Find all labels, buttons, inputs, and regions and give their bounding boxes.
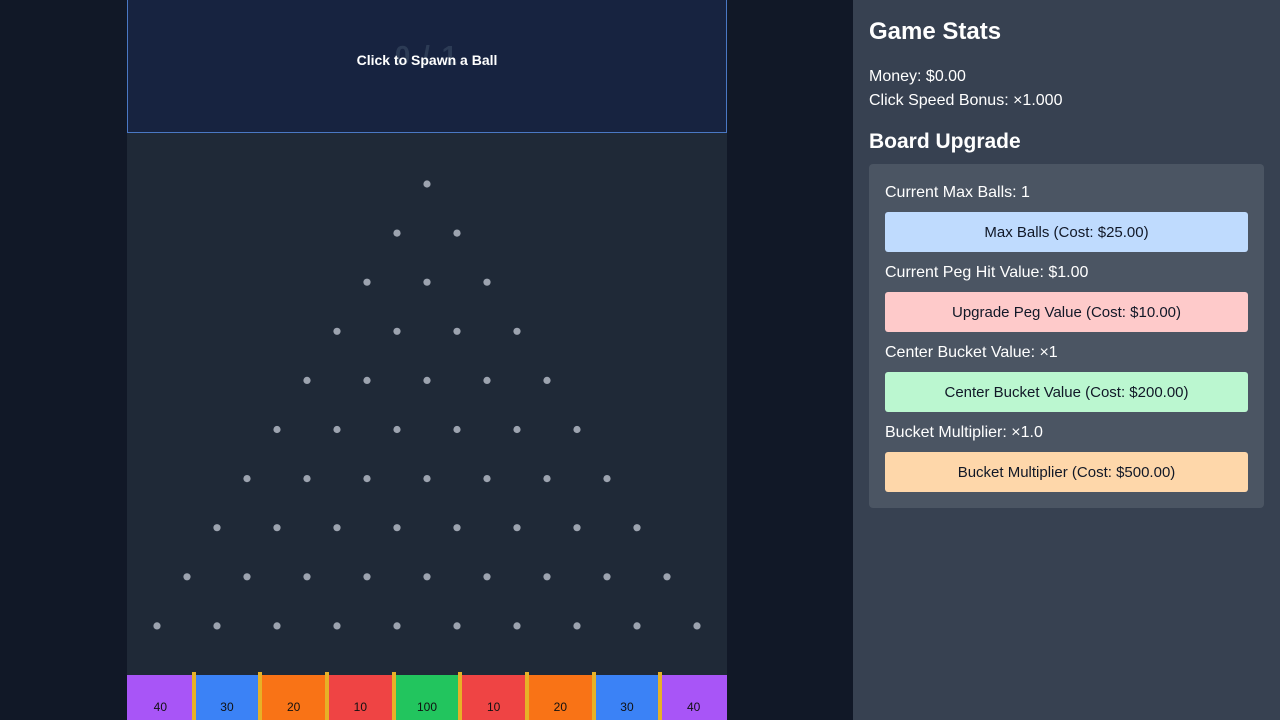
peg (213, 622, 221, 630)
peg (363, 573, 371, 581)
bucket-value: 20 (286, 700, 301, 714)
bucket-divider (191, 672, 196, 720)
center-bucket-label: Center Bucket Value: ×1 (885, 344, 1058, 361)
peg (213, 524, 221, 532)
bucket-divider (391, 672, 396, 720)
peg (393, 229, 401, 237)
peg (243, 573, 251, 581)
peg (423, 573, 431, 581)
peg (453, 229, 461, 237)
upgrade-title: Board Upgrade (869, 130, 1021, 153)
peg (153, 622, 161, 630)
peg (453, 327, 461, 335)
bucket-value: 10 (486, 700, 501, 714)
peg (603, 475, 611, 483)
peg (543, 475, 551, 483)
bucket-divider (325, 672, 329, 720)
bucket: 20 (260, 675, 327, 720)
peg (303, 573, 311, 581)
peg (513, 425, 521, 434)
peg (423, 376, 431, 384)
upgrade-peg-value-button[interactable]: Upgrade Peg Value (Cost: $10.00) (885, 292, 1248, 332)
peg (513, 524, 521, 532)
bucket: 10 (460, 675, 527, 720)
peg (423, 278, 431, 286)
peg (243, 475, 251, 483)
peg (393, 622, 401, 630)
bucket: 100 (393, 675, 461, 720)
peg (393, 425, 401, 434)
game-app: 0 / 1 Click to Spawn a Ball 40 30 20 10 100 1… (0, 0, 1280, 720)
bucket-divider (591, 672, 596, 720)
center-bucket-value-button[interactable]: Center Bucket Value (Cost: $200.00) (885, 372, 1248, 412)
peg (453, 425, 461, 434)
side-panel: Game Stats Money: $0.00 Click Speed Bonu… (853, 0, 1280, 720)
bucket-divider (458, 672, 463, 720)
peg (513, 327, 521, 335)
stats-title: Game Stats (869, 18, 1002, 45)
bucket-divider (658, 672, 663, 720)
bucket: 10 (327, 675, 394, 720)
peg (363, 376, 371, 384)
peg (333, 524, 341, 532)
peg (333, 622, 341, 630)
peg (303, 475, 311, 483)
peg (483, 475, 491, 483)
peg-value-label: Current Peg Hit Value: $1.00 (885, 264, 1089, 281)
peg (423, 180, 431, 188)
peg (333, 425, 341, 434)
peg (273, 622, 281, 630)
bucket: 20 (527, 675, 594, 720)
money-stat: Money: $0.00 (869, 68, 966, 85)
bucket: 30 (193, 675, 261, 720)
peg (183, 573, 191, 581)
bucket-value: 10 (353, 700, 367, 714)
peg (633, 622, 641, 630)
click-speed-bonus-stat: Click Speed Bonus: ×1.000 (869, 92, 1063, 109)
plinko-board[interactable]: 0 / 1 Click to Spawn a Ball 40 30 20 10 100 1… (127, 0, 727, 720)
peg (483, 573, 491, 581)
peg (363, 475, 371, 483)
peg (333, 327, 341, 335)
peg (273, 425, 281, 434)
bucket-value: 30 (220, 700, 234, 714)
peg (273, 524, 281, 532)
peg (393, 327, 401, 335)
peg (663, 573, 671, 581)
bucket-multiplier-label: Bucket Multiplier: ×1.0 (885, 424, 1043, 441)
peg (453, 524, 461, 532)
bucket-multiplier-button[interactable]: Bucket Multiplier (Cost: $500.00) (885, 452, 1248, 492)
bucket-value: 40 (153, 700, 167, 714)
bucket-value: 100 (416, 700, 437, 714)
peg (423, 475, 431, 483)
bucket-value: 40 (686, 700, 701, 714)
upgrade-panel: Current Max Balls: 1 Max Balls (Cost: $2… (869, 164, 1264, 508)
peg (573, 425, 581, 434)
peg-field (153, 180, 701, 630)
max-balls-button[interactable]: Max Balls (Cost: $25.00) (885, 212, 1248, 252)
peg (603, 573, 611, 581)
peg (543, 376, 551, 384)
peg (513, 622, 521, 630)
bucket: 40 (127, 675, 194, 720)
peg (363, 278, 371, 286)
bucket-row: 40 30 20 10 100 10 20 30 40 (127, 672, 727, 720)
bucket-divider (525, 672, 529, 720)
bucket-value: 20 (553, 700, 567, 714)
peg (483, 278, 491, 286)
peg (543, 573, 551, 581)
bucket: 30 (593, 675, 661, 720)
peg (573, 524, 581, 532)
bucket: 40 (660, 675, 727, 720)
peg (303, 376, 311, 384)
bucket-divider (258, 672, 263, 720)
peg (633, 524, 641, 532)
peg (393, 524, 401, 532)
peg (483, 376, 491, 384)
peg (573, 622, 581, 630)
peg (693, 622, 701, 630)
max-balls-label: Current Max Balls: 1 (885, 184, 1030, 201)
bucket-value: 30 (620, 700, 634, 714)
peg (453, 622, 461, 630)
